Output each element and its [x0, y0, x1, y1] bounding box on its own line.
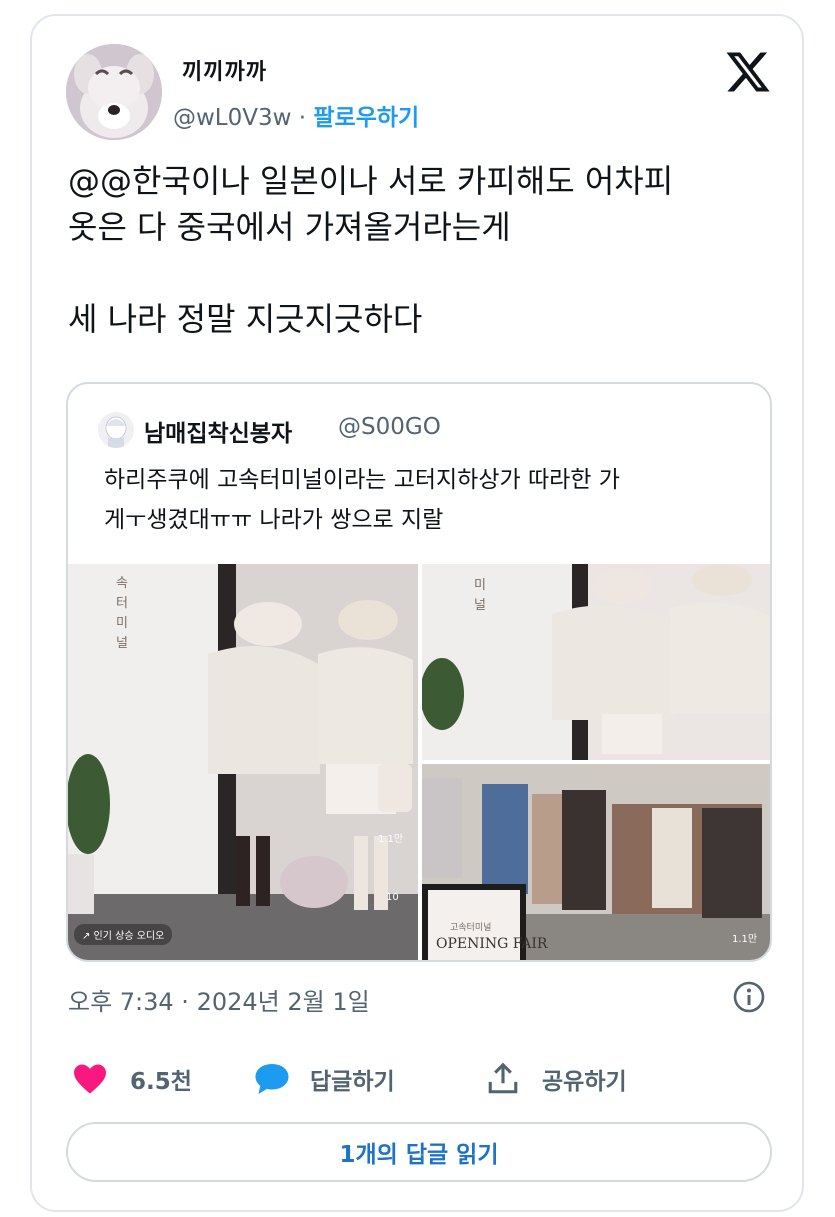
like-count-overlay-2: 1.1만	[732, 934, 758, 945]
x-logo-icon[interactable]	[724, 48, 772, 96]
media-photo-store-front[interactable]: 속터미널 1.1만 10 ↗ 인기 상승 오디오	[68, 564, 418, 960]
quoted-display-name[interactable]: 남매집착신봉자	[144, 414, 292, 448]
user-avatar[interactable]	[66, 44, 162, 140]
banner-small-text: 고속터미널	[450, 923, 492, 933]
tweet-timestamp[interactable]: 오후 7:34 · 2024년 2월 1일	[68, 982, 370, 1017]
user-handle[interactable]: @wL0V3w	[173, 105, 291, 131]
tweet-text: @@한국이나 일본이나 서로 카피해도 어차피 옷은 다 중국에서 가져올거라는…	[68, 162, 674, 338]
media-photo-mannequins[interactable]: 미널	[422, 564, 770, 760]
banner-large-text: OPENING FAIR	[436, 936, 548, 952]
share-label: 공유하기	[542, 1069, 627, 1095]
audio-label: ↗ 인기 상승 오디오	[74, 924, 173, 945]
read-replies-button[interactable]: 1개의 답글 읽기	[66, 1122, 772, 1182]
quoted-text: 하리주쿠에 고속터미널이라는 고터지하상가 따라한 가 게ㅜ생겼대ㅠㅠ 나라가 …	[104, 467, 620, 533]
comment-count-overlay: 10	[386, 892, 399, 903]
media-photo-clothing-rack[interactable]: 고속터미널 OPENING FAIR 1.1만	[422, 764, 770, 960]
like-button[interactable]: 6.5천	[72, 1062, 192, 1096]
store-sign-text: 속터미널	[116, 576, 128, 651]
follow-button[interactable]: 팔로우하기	[313, 105, 419, 131]
quoted-handle[interactable]: @S00GO	[338, 414, 441, 440]
store-sign-text-2: 미널	[474, 578, 486, 613]
tweet-actions: 6.5천 답글하기 공유하기	[72, 1062, 772, 1102]
heart-icon	[72, 1063, 108, 1095]
separator-dot: ·	[298, 105, 307, 131]
info-icon[interactable]	[732, 980, 766, 1014]
user-handle-row: @wL0V3w · 팔로우하기	[173, 98, 419, 132]
tweet-card: 끼끼까까 @wL0V3w · 팔로우하기 @@한국이나 일본이나 서로 카피해도…	[30, 14, 804, 1212]
share-icon	[486, 1062, 520, 1096]
like-count-overlay: 1.1만	[378, 834, 404, 845]
share-button[interactable]: 공유하기	[486, 1062, 627, 1096]
reply-label: 답글하기	[310, 1069, 395, 1095]
quoted-media-grid: 속터미널 1.1만 10 ↗ 인기 상승 오디오 미널 고속터미널 OPENIN…	[68, 564, 770, 960]
reply-bubble-icon	[254, 1062, 290, 1096]
like-count: 6.5천	[130, 1069, 192, 1095]
quoted-tweet[interactable]: 남매집착신봉자 @S00GO 하리주쿠에 고속터미널이라는 고터지하상가 따라한…	[66, 382, 772, 962]
reply-button[interactable]: 답글하기	[254, 1062, 395, 1096]
user-display-name[interactable]: 끼끼까까	[182, 54, 267, 86]
quoted-user-avatar[interactable]	[98, 412, 134, 448]
